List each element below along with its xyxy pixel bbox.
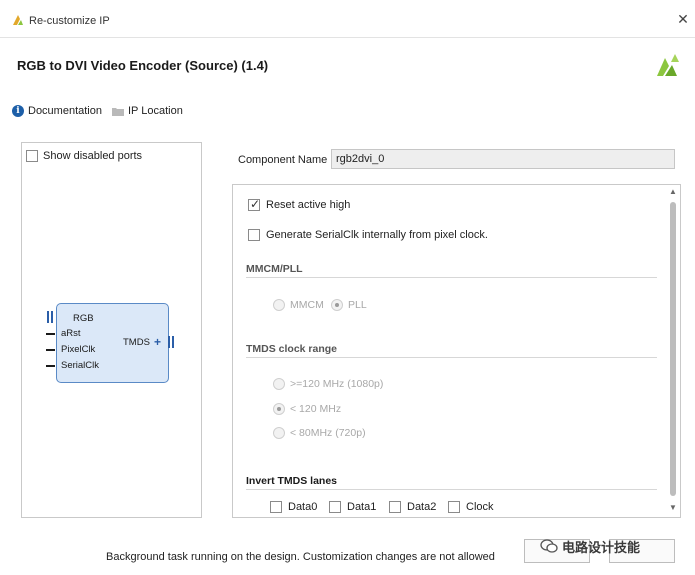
radio-range-1080p-label: >=120 MHz (1080p) [290,378,384,390]
gen-serialclk-checkbox[interactable] [248,229,260,241]
radio-range-120-button[interactable] [273,403,285,415]
tmds-expand-icon[interactable]: + [154,336,161,348]
gen-serialclk-option[interactable]: Generate SerialClk internally from pixel… [248,229,488,241]
vivado-logo-icon [657,54,679,76]
radio-range-720p-button[interactable] [273,427,285,439]
window-title: Re-customize IP [29,15,110,27]
radio-pll-label: PLL [348,299,367,311]
radio-range-1080p-button[interactable] [273,378,285,390]
component-name-input[interactable] [331,149,675,169]
scroll-thumb[interactable] [670,202,676,496]
reset-active-high-checkbox[interactable] [248,197,260,211]
close-button[interactable]: ✕ [676,12,690,26]
mmcm-pll-divider [246,277,657,278]
radio-range-1080p[interactable]: >=120 MHz (1080p) [273,378,383,390]
scroll-up-icon[interactable]: ▲ [667,186,679,198]
reset-active-high-label: Reset active high [266,199,351,211]
component-name-label: Component Name [238,154,328,166]
lane-clock-checkbox[interactable] [448,501,460,513]
lane-data1[interactable]: Data1 [329,501,376,513]
reset-active-high-option[interactable]: Reset active high [248,197,351,211]
radio-range-720p-label: < 80MHz (720p) [290,427,366,439]
lane-data0-label: Data0 [288,501,318,513]
watermark-text: 电路设计技能 [562,539,641,555]
gen-serialclk-label: Generate SerialClk internally from pixel… [266,229,488,241]
wechat-icon [540,539,558,553]
lane-data2[interactable]: Data2 [389,501,436,513]
mmcm-pll-heading: MMCM/PLL [246,263,303,275]
info-icon: i [12,105,24,117]
invert-lanes-heading: Invert TMDS lanes [246,475,338,487]
ip-location-label: IP Location [128,105,183,117]
tmds-range-heading: TMDS clock range [246,343,338,355]
lane-data2-checkbox[interactable] [389,501,401,513]
radio-pll-button[interactable] [331,299,343,311]
tmds-range-divider [246,357,657,358]
documentation-label: Documentation [28,105,102,117]
ip-title: RGB to DVI Video Encoder (Source) (1.4) [17,58,269,73]
tmds-bus-icon [168,336,174,348]
show-disabled-ports-option[interactable]: Show disabled ports [26,150,142,162]
watermark: 电路设计技能 [540,535,640,557]
lane-data0-checkbox[interactable] [270,501,282,513]
radio-range-720p[interactable]: < 80MHz (720p) [273,427,366,439]
show-disabled-ports-label: Show disabled ports [43,150,143,162]
vivado-small-icon [13,15,23,25]
radio-range-120[interactable]: < 120 MHz [273,403,341,415]
invert-lanes-divider [246,489,657,490]
radio-mmcm-label: MMCM [290,299,324,311]
port-tmds: TMDS [123,337,150,348]
links-row: i Documentation IP Location [12,103,193,119]
port-serialclk: SerialClk [61,360,100,371]
arst-port-line [46,333,55,335]
scroll-down-icon[interactable]: ▼ [667,502,679,514]
lane-data0[interactable]: Data0 [270,501,317,513]
status-message: Background task running on the design. C… [106,551,495,563]
symbol-pane: Show disabled ports + RGB aRst PixelClk … [21,142,202,518]
ip-block-symbol: RGB aRst PixelClk SerialClk TMDS [56,303,169,383]
lane-data2-label: Data2 [407,501,437,513]
serialclk-port-line [46,365,55,367]
show-disabled-ports-checkbox[interactable] [26,150,38,162]
port-pixelclk: PixelClk [61,344,96,355]
radio-mmcm[interactable]: MMCM [273,299,324,311]
port-rgb: RGB [73,313,94,324]
config-pane: Reset active high Generate SerialClk int… [232,184,681,518]
config-scrollbar[interactable]: ▲ ▼ [667,186,679,516]
title-bar: Re-customize IP ✕ [0,0,695,38]
lane-data1-checkbox[interactable] [329,501,341,513]
radio-range-120-label: < 120 MHz [290,403,342,415]
pixelclk-port-line [46,349,55,351]
lane-clock[interactable]: Clock [448,501,494,513]
ip-location-link[interactable]: IP Location [112,105,183,117]
lane-data1-label: Data1 [347,501,377,513]
radio-pll[interactable]: PLL [331,299,367,311]
port-arst: aRst [61,328,81,339]
documentation-link[interactable]: i Documentation [12,105,102,117]
lane-clock-label: Clock [466,501,494,513]
folder-icon [112,107,124,116]
rgb-bus-icon [47,311,53,323]
radio-mmcm-button[interactable] [273,299,285,311]
